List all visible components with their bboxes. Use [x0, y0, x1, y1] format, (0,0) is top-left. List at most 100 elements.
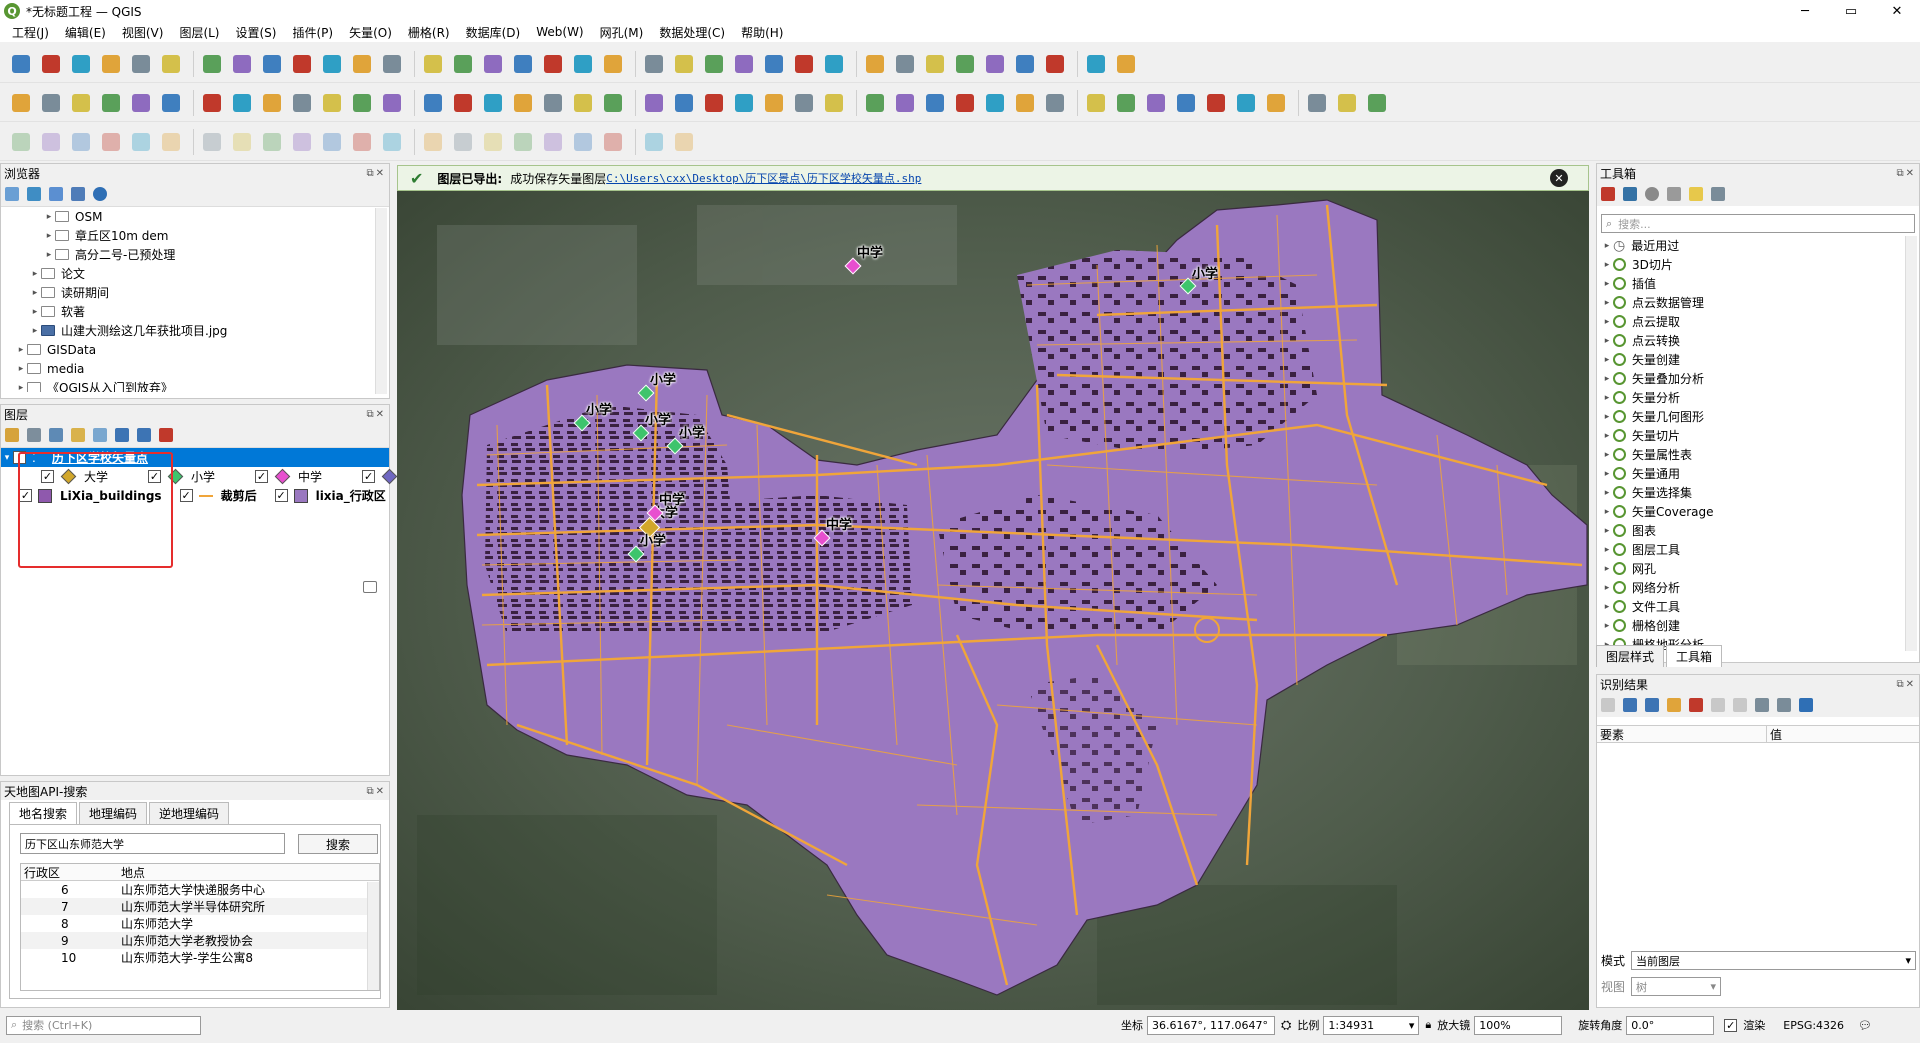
toolbar-button[interactable]: [791, 51, 817, 77]
toolbar-button[interactable]: [570, 51, 596, 77]
message-path-link[interactable]: C:\Users\cxx\Desktop\历下区景点\历下区学校矢量点.shp: [606, 170, 921, 186]
toolbox-group-item[interactable]: ▸ 矢量几何图形: [1601, 407, 1903, 426]
toolbar-button[interactable]: [420, 51, 446, 77]
toolbar-button[interactable]: [199, 90, 225, 116]
expand-arrow-icon[interactable]: ▸: [1601, 545, 1613, 555]
table-row[interactable]: 9 山东师范大学老教授协会: [21, 932, 379, 949]
toolbar-button[interactable]: [1113, 90, 1139, 116]
menu-processing[interactable]: 数据处理(C): [651, 24, 733, 41]
toolbar-button[interactable]: [731, 51, 757, 77]
expand-arrow-icon[interactable]: ▸: [1601, 412, 1613, 422]
menu-web[interactable]: Web(W): [528, 25, 591, 39]
expand-arrow-icon[interactable]: ▸: [15, 364, 27, 374]
toolbox-group-item[interactable]: ▸ 点云数据管理: [1601, 293, 1903, 312]
toolbar-button[interactable]: [1304, 90, 1330, 116]
table-row[interactable]: 10 山东师范大学-学生公寓8: [21, 949, 379, 966]
refresh-icon[interactable]: [27, 187, 41, 201]
expand-arrow-icon[interactable]: ▸: [1601, 507, 1613, 517]
collapse-tree-icon[interactable]: [1645, 698, 1659, 712]
edit-features-icon[interactable]: [1689, 187, 1703, 201]
minimize-button[interactable]: ─: [1782, 0, 1828, 22]
toolbar-button[interactable]: [229, 51, 255, 77]
toolbar-button[interactable]: [510, 129, 536, 155]
browser-item[interactable]: ▸ GISData: [1, 340, 389, 359]
browser-item[interactable]: ▸ media: [1, 359, 389, 378]
toolbar-button[interactable]: [922, 51, 948, 77]
coordinate-input[interactable]: 36.6167°, 117.0647°: [1147, 1015, 1275, 1035]
toolbar-button[interactable]: [38, 51, 64, 77]
toolbar-button[interactable]: [158, 90, 184, 116]
toolbar-button[interactable]: [791, 90, 817, 116]
toolbox-group-item[interactable]: ▸ 网孔: [1601, 559, 1903, 578]
toolbar-button[interactable]: [259, 129, 285, 155]
menu-vector[interactable]: 矢量(O): [341, 24, 400, 41]
panel-float-close-icon[interactable]: ⧉✕: [366, 786, 386, 797]
expand-arrow-icon[interactable]: ▸: [1601, 564, 1613, 574]
mode-select[interactable]: 当前图层 ▾: [1631, 951, 1916, 970]
expand-arrow-icon[interactable]: ▸: [1601, 279, 1613, 289]
panel-float-close-icon[interactable]: ⧉✕: [366, 409, 386, 420]
expand-arrow-icon[interactable]: ▾: [1, 453, 13, 463]
manage-visibility-icon[interactable]: [49, 428, 63, 442]
toolbox-group-item[interactable]: ▸ 矢量属性表: [1601, 445, 1903, 464]
toolbar-button[interactable]: [158, 129, 184, 155]
expand-arrow-icon[interactable]: ▸: [43, 212, 55, 222]
legend-class-row[interactable]: ✓: [322, 467, 405, 486]
expand-arrow-icon[interactable]: ▸: [1601, 583, 1613, 593]
expand-arrow-icon[interactable]: ▸: [1601, 450, 1613, 460]
toolbox-group-item[interactable]: ▸ 栅格创建: [1601, 616, 1903, 635]
toolbar-button[interactable]: [671, 129, 697, 155]
table-row[interactable]: 6 山东师范大学快递服务中心: [21, 881, 379, 898]
render-checkbox[interactable]: ✓: [1724, 1018, 1738, 1032]
column-header[interactable]: 地点: [121, 864, 145, 881]
toolbar-button[interactable]: [952, 51, 978, 77]
toolbar-button[interactable]: [379, 129, 405, 155]
menu-raster[interactable]: 栅格(R): [400, 24, 458, 41]
toolbar-button[interactable]: [68, 51, 94, 77]
toolbar-button[interactable]: [540, 51, 566, 77]
toolbar-button[interactable]: [349, 51, 375, 77]
toolbar-button[interactable]: [1042, 51, 1068, 77]
toolbox-group-item[interactable]: ▸ 矢量Coverage: [1601, 502, 1903, 521]
toolbar-button[interactable]: [982, 90, 1008, 116]
toolbar-button[interactable]: [420, 90, 446, 116]
layer-checkbox[interactable]: ✓: [179, 489, 193, 502]
toolbar-button[interactable]: [1012, 51, 1038, 77]
toolbox-group-item[interactable]: ▸ ◷ 最近用过: [1601, 236, 1903, 255]
toolbar-button[interactable]: [821, 90, 847, 116]
toolbar-button[interactable]: [289, 129, 315, 155]
expand-arrow-icon[interactable]: ▸: [15, 345, 27, 355]
toolbar-button[interactable]: [319, 129, 345, 155]
filter-legend-icon[interactable]: [71, 428, 85, 442]
expand-arrow-icon[interactable]: ▸: [1601, 488, 1613, 498]
expand-arrow-icon[interactable]: ▸: [15, 383, 27, 393]
toolbox-group-item[interactable]: ▸ 矢量通用: [1601, 464, 1903, 483]
toolbar-button[interactable]: [450, 51, 476, 77]
filter-icon[interactable]: [49, 187, 63, 201]
menu-database[interactable]: 数据库(D): [458, 24, 529, 41]
lock-scale-icon[interactable]: 🔒︎: [1425, 1018, 1431, 1032]
view-select[interactable]: 树 ▾: [1631, 977, 1721, 996]
options-icon[interactable]: [1711, 187, 1725, 201]
expand-arrow-icon[interactable]: ▸: [1601, 336, 1613, 346]
toolbox-scrollbar[interactable]: [1905, 236, 1917, 651]
expand-arrow-icon[interactable]: ▸: [1601, 526, 1613, 536]
menu-project[interactable]: 工程(J): [4, 24, 57, 41]
toolbar-button[interactable]: [480, 90, 506, 116]
toolbar-button[interactable]: [510, 90, 536, 116]
add-group-icon[interactable]: [27, 428, 41, 442]
expand-arrow-icon[interactable]: ▸: [1601, 374, 1613, 384]
expand-tree-icon[interactable]: [1623, 698, 1637, 712]
toolbar-button[interactable]: [68, 129, 94, 155]
toolbar-button[interactable]: [98, 129, 124, 155]
toolbar-button[interactable]: [641, 129, 667, 155]
toolbar-button[interactable]: [158, 51, 184, 77]
toolbox-search-input[interactable]: ⌕ 搜索...: [1601, 214, 1915, 233]
toolbox-group-item[interactable]: ▸ 矢量创建: [1601, 350, 1903, 369]
browser-item[interactable]: ▸ 章丘区10m dem: [1, 226, 389, 245]
tab-layer-styling[interactable]: 图层样式: [1596, 645, 1665, 667]
toolbar-button[interactable]: [1113, 51, 1139, 77]
layer-row[interactable]: ✓ 裁剪后: [162, 486, 257, 505]
toolbar-button[interactable]: [821, 51, 847, 77]
table-row[interactable]: 7 山东师范大学半导体研究所: [21, 898, 379, 915]
